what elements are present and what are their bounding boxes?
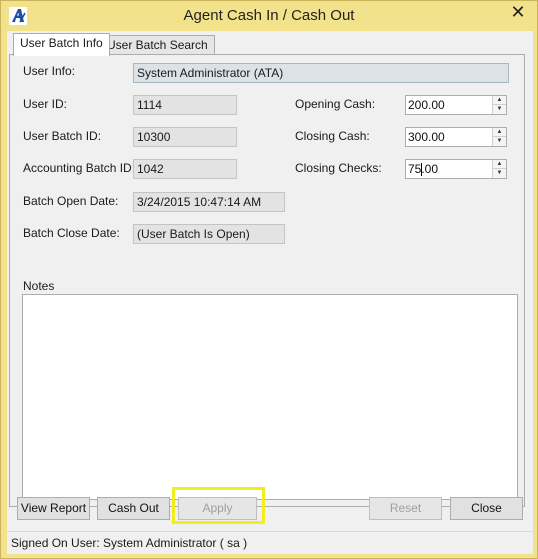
opening-cash-spin-buttons[interactable]: ▲ ▼ bbox=[492, 96, 506, 114]
notes-textarea[interactable] bbox=[22, 294, 518, 500]
closing-checks-stepper[interactable]: ▲ ▼ bbox=[405, 159, 507, 179]
closing-checks-input[interactable] bbox=[406, 160, 492, 178]
batch-open-date-label: Batch Open Date: bbox=[23, 194, 119, 208]
accounting-batch-id-field: 1042 bbox=[133, 159, 237, 179]
batch-close-date-label: Batch Close Date: bbox=[23, 226, 120, 240]
accounting-batch-id-label: Accounting Batch ID: bbox=[23, 161, 136, 175]
client-area: User Batch Info User Batch Search User I… bbox=[7, 31, 533, 554]
close-button[interactable]: Close bbox=[450, 497, 523, 520]
spin-down-icon[interactable]: ▼ bbox=[493, 137, 506, 146]
closing-cash-input[interactable] bbox=[406, 128, 492, 146]
spin-up-icon[interactable]: ▲ bbox=[493, 128, 506, 137]
closing-cash-spin-buttons[interactable]: ▲ ▼ bbox=[492, 128, 506, 146]
user-id-label: User ID: bbox=[23, 97, 68, 111]
user-info-field: System Administrator (ATA) bbox=[133, 63, 509, 83]
tab-user-batch-search[interactable]: User Batch Search bbox=[100, 35, 215, 55]
apply-highlight-box bbox=[172, 487, 265, 524]
window-title: Agent Cash In / Cash Out bbox=[183, 7, 355, 24]
text-caret bbox=[421, 163, 422, 176]
spin-up-icon[interactable]: ▲ bbox=[493, 96, 506, 105]
spin-down-icon[interactable]: ▼ bbox=[493, 105, 506, 114]
closing-cash-stepper[interactable]: ▲ ▼ bbox=[405, 127, 507, 147]
tab-panel-user-batch-info: User Info: System Administrator (ATA) Us… bbox=[9, 54, 525, 507]
user-batch-id-label: User Batch ID: bbox=[23, 129, 102, 143]
cash-out-button[interactable]: Cash Out bbox=[97, 497, 170, 520]
main-window: Agent Cash In / Cash Out ✕ User Batch In… bbox=[0, 0, 538, 559]
notes-label: Notes bbox=[23, 279, 55, 293]
signed-on-user-status: Signed On User: System Administrator ( s… bbox=[11, 536, 248, 550]
status-bar: Signed On User: System Administrator ( s… bbox=[7, 531, 533, 554]
opening-cash-label: Opening Cash: bbox=[295, 97, 376, 111]
user-info-label: User Info: bbox=[23, 64, 76, 78]
close-window-button[interactable]: ✕ bbox=[507, 3, 529, 23]
user-id-field: 1114 bbox=[133, 95, 237, 115]
spin-down-icon[interactable]: ▼ bbox=[493, 169, 506, 178]
close-icon: ✕ bbox=[510, 2, 526, 22]
view-report-button[interactable]: View Report bbox=[17, 497, 90, 520]
reset-button[interactable]: Reset bbox=[369, 497, 442, 520]
user-batch-id-field: 10300 bbox=[133, 127, 237, 147]
closing-cash-label: Closing Cash: bbox=[295, 129, 370, 143]
batch-open-date-field: 3/24/2015 10:47:14 AM bbox=[133, 192, 285, 212]
spin-up-icon[interactable]: ▲ bbox=[493, 160, 506, 169]
tab-user-batch-info[interactable]: User Batch Info bbox=[13, 33, 110, 56]
closing-checks-spin-buttons[interactable]: ▲ ▼ bbox=[492, 160, 506, 178]
opening-cash-input[interactable] bbox=[406, 96, 492, 114]
closing-checks-label: Closing Checks: bbox=[295, 161, 382, 175]
title-bar[interactable]: Agent Cash In / Cash Out ✕ bbox=[1, 1, 537, 31]
batch-close-date-field: (User Batch Is Open) bbox=[133, 224, 285, 244]
opening-cash-stepper[interactable]: ▲ ▼ bbox=[405, 95, 507, 115]
